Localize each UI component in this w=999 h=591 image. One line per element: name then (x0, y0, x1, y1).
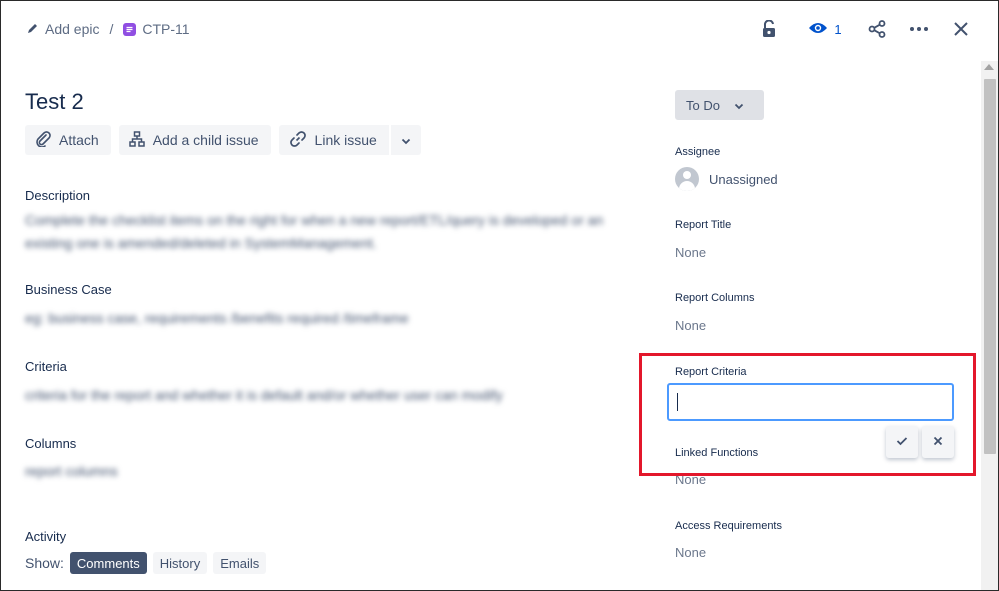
share-icon[interactable] (862, 15, 892, 43)
issue-view: Add epic / CTP-11 1 Test 2 Attach Add a … (0, 0, 999, 591)
description-line-2[interactable]: existing one is amended/deleted in Syste… (25, 235, 377, 251)
linked-functions-label: Linked Functions (675, 447, 759, 459)
breadcrumb: Add epic / CTP-11 (27, 19, 190, 39)
report-criteria-label: Report Criteria (675, 366, 747, 378)
hierarchy-icon (128, 130, 145, 150)
issue-actions: Attach Add a child issue Link issue (25, 125, 421, 155)
columns-text[interactable]: report columns (25, 463, 118, 479)
issue-key-label: CTP-11 (142, 21, 190, 37)
report-criteria-input[interactable] (667, 383, 954, 421)
report-columns-label: Report Columns (675, 292, 755, 304)
filter-emails[interactable]: Emails (213, 552, 267, 574)
report-title-value[interactable]: None (675, 245, 706, 260)
report-title-label: Report Title (675, 219, 732, 231)
assignee-field[interactable]: Unassigned (675, 167, 778, 191)
confirm-button[interactable] (886, 426, 918, 458)
close-icon (933, 433, 943, 451)
add-child-issue-button[interactable]: Add a child issue (118, 125, 271, 155)
more-actions-dropdown[interactable] (390, 125, 421, 155)
scrollbar-thumb[interactable] (984, 79, 996, 454)
cancel-button[interactable] (922, 426, 954, 458)
link-icon (289, 130, 307, 151)
watch-count: 1 (834, 21, 842, 37)
activity-filter: Show: Comments History Emails (25, 552, 267, 574)
filter-comments[interactable]: Comments (69, 552, 147, 574)
linked-functions-value[interactable]: None (675, 472, 706, 487)
business-case-text[interactable]: eg: business case, requirements /benefit… (25, 310, 409, 326)
chevron-down-icon (401, 132, 411, 148)
chevron-down-icon (734, 98, 744, 113)
breadcrumb-separator: / (109, 21, 114, 37)
filter-history[interactable]: History (152, 552, 208, 574)
description-heading: Description (25, 188, 91, 203)
add-child-label: Add a child issue (152, 132, 259, 148)
close-icon[interactable] (946, 15, 976, 43)
business-case-heading: Business Case (25, 282, 112, 297)
activity-heading: Activity (25, 529, 67, 544)
access-requirements-value[interactable]: None (675, 545, 706, 560)
assignee-value: Unassigned (709, 171, 778, 187)
link-issue-split: Link issue (278, 125, 421, 155)
assignee-label: Assignee (675, 146, 721, 158)
access-requirements-label: Access Requirements (675, 520, 782, 532)
eye-icon (808, 21, 828, 38)
criteria-heading: Criteria (25, 359, 67, 374)
report-columns-value[interactable]: None (675, 318, 706, 333)
show-label: Show: (25, 555, 64, 571)
add-epic-label: Add epic (45, 21, 100, 37)
check-icon (896, 433, 908, 451)
scroll-up-arrow-icon[interactable] (984, 64, 994, 70)
status-dropdown[interactable]: To Do (675, 90, 764, 120)
issue-title[interactable]: Test 2 (25, 89, 84, 115)
more-icon[interactable] (904, 15, 934, 43)
columns-heading: Columns (25, 436, 77, 451)
issue-toolbar: 1 (754, 15, 976, 43)
link-issue-label: Link issue (314, 132, 377, 148)
lock-icon[interactable] (754, 15, 784, 43)
inline-edit-actions (886, 426, 954, 458)
pencil-icon (27, 21, 39, 37)
avatar (675, 167, 699, 191)
text-caret (677, 393, 678, 411)
story-type-icon (123, 22, 137, 36)
attach-button[interactable]: Attach (25, 125, 111, 155)
criteria-text[interactable]: criteria for the report and whether it i… (25, 387, 503, 403)
issue-key-link[interactable]: CTP-11 (123, 21, 190, 37)
description-line-1[interactable]: Complete the checklist items on the righ… (25, 212, 603, 228)
attach-label: Attach (59, 132, 99, 148)
status-label: To Do (686, 97, 720, 113)
add-epic-link[interactable]: Add epic (27, 21, 99, 37)
watch-button[interactable]: 1 (802, 15, 848, 43)
paperclip-icon (35, 130, 51, 150)
link-issue-button[interactable]: Link issue (278, 125, 389, 155)
